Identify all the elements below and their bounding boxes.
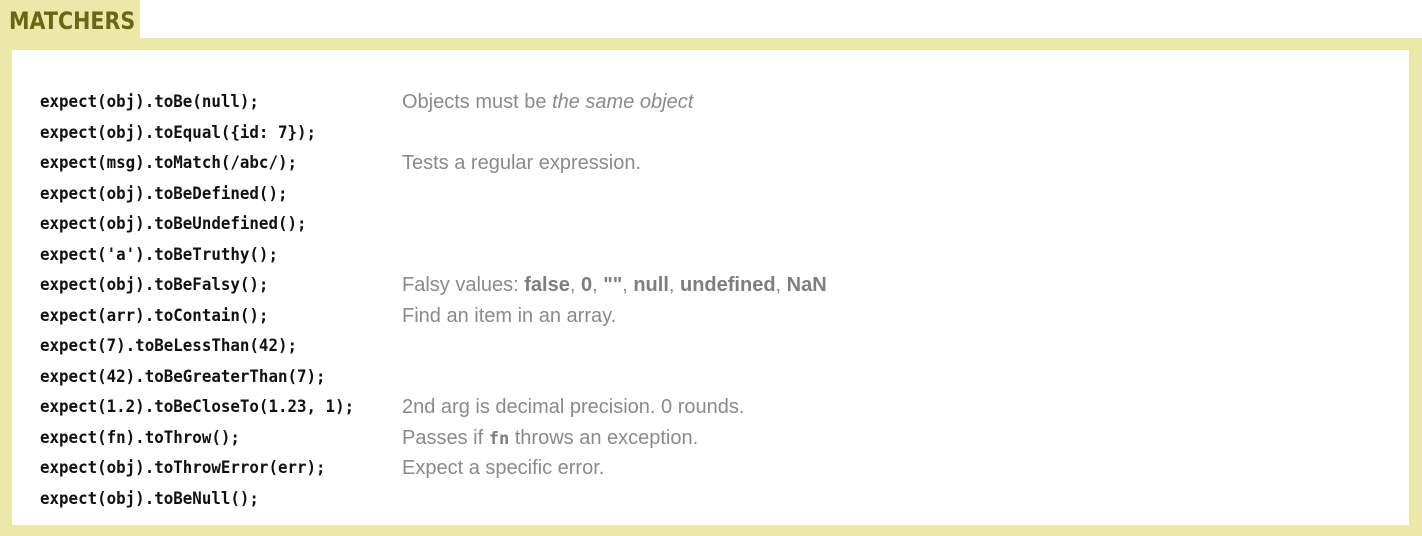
matcher-row: expect(42).toBeGreaterThan(7); [40,362,1390,393]
matcher-code: expect(1.2).toBeCloseTo(1.23, 1); [40,397,355,417]
matcher-row: expect(obj).toThrowError(err); Expect a s… [40,453,1390,484]
description-text: 2nd arg is decimal precision. 0 rounds. [402,396,745,418]
description-emphasis: the same object [552,91,694,113]
matcher-code: expect(arr).toContain(); [40,305,269,326]
description-text: Falsy values: [402,274,525,296]
description-bold-value: undefined [680,274,776,296]
description-bold-value: "" [603,274,623,296]
matcher-code: expect(obj).toThrowError(err); [40,458,326,478]
description-text: , [775,274,787,296]
matcher-code: expect('a').toBeTruthy(); [40,244,278,265]
description-bold-value: 0 [580,274,593,296]
matcher-code: expect(obj).toBeNull(); [40,488,259,509]
description-text: Find an item in an array. [402,304,617,327]
matcher-code: expect(fn).toThrow(); [40,427,240,448]
section-tab: MATCHERS [0,0,140,40]
matcher-code: expect(obj).toBeDefined(); [40,183,288,204]
description-text: Tests a regular expression. [402,152,642,174]
matchers-frame: expect(obj).toBe(null); Objects must be t… [0,38,1422,536]
section-title: MATCHERS [9,7,136,35]
description-bold-value: null [633,274,669,296]
description-text: Objects must be [402,91,553,113]
description-text: , [668,274,680,296]
description-inline-code: fn [488,428,510,449]
description-text: , [622,274,634,296]
description-bold-value: false [524,274,570,296]
matcher-code: expect(obj).toEqual({id: 7}); [40,122,317,143]
matcher-row: expect(7).toBeLessThan(42); [40,331,1390,362]
matchers-list: expect(obj).toBe(null); Objects must be t… [40,87,1390,514]
description-text: throws an exception. [509,426,699,449]
matchers-panel: expect(obj).toBe(null); Objects must be t… [12,50,1409,525]
matcher-code: expect(obj).toBeUndefined(); [40,214,307,234]
matcher-row: expect(msg).toMatch(/abc/); Tests a regul… [40,148,1390,179]
matcher-row: expect(fn).toThrow(); Passes if fn throws… [40,423,1390,454]
matcher-description: Objects must be the same object [402,87,693,117]
matcher-description: Expect a specific error. [402,453,604,483]
matcher-description: Falsy values: false, 0, "", null, undefi… [402,270,827,300]
matcher-code: expect(7).toBeLessThan(42); [40,336,297,356]
matcher-row: expect(1.2).toBeCloseTo(1.23, 1); 2nd arg… [40,392,1390,423]
matcher-code: expect(obj).toBe(null); [40,92,259,112]
matcher-code: expect(42).toBeGreaterThan(7); [40,366,326,387]
matcher-code: expect(obj).toBeFalsy(); [40,275,269,295]
matcher-row: expect('a').toBeTruthy(); [40,240,1390,271]
matcher-row: expect(obj).toBeNull(); [40,484,1390,515]
matcher-row: expect(obj).toBeFalsy(); Falsy values: fa… [40,270,1390,301]
matcher-row: expect(obj).toEqual({id: 7}); [40,118,1390,149]
matcher-row: expect(obj).toBeDefined(); [40,179,1390,210]
matcher-row: expect(arr).toContain(); Find an item in … [40,301,1390,332]
description-text: Passes if [402,426,489,449]
description-bold-value: NaN [786,274,827,296]
matcher-code: expect(msg).toMatch(/abc/); [40,153,297,173]
matcher-description: 2nd arg is decimal precision. 0 rounds. [402,392,744,422]
matcher-row: expect(obj).toBe(null); Objects must be t… [40,87,1390,118]
description-text: , [592,274,604,296]
description-text: Expect a specific error. [402,457,605,479]
matcher-description: Find an item in an array. [402,301,616,331]
description-text: , [569,274,581,296]
matcher-description: Tests a regular expression. [402,148,641,178]
matcher-description: Passes if fn throws an exception. [402,423,698,454]
matcher-row: expect(obj).toBeUndefined(); [40,209,1390,240]
